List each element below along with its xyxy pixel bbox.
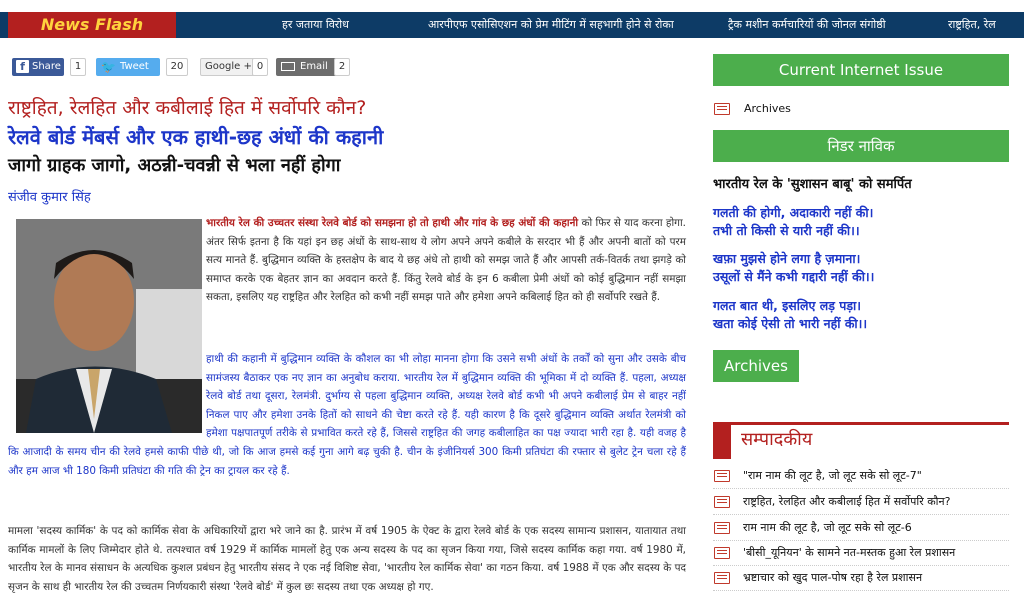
editorial-item[interactable]: राष्ट्रहित, रेलहित और कबीलाई हित में सर्…: [713, 492, 1009, 515]
envelope-icon: [281, 62, 295, 71]
news-flash-label: News Flash: [8, 12, 176, 38]
facebook-share-count: 1: [70, 58, 86, 76]
poem-line: गलत बात थी, इसलिए लड़ पड़ा।: [713, 298, 862, 313]
list-icon: [714, 547, 730, 559]
list-icon: [714, 496, 730, 508]
archives-link[interactable]: Archives: [744, 102, 791, 115]
poem-line: तभी तो किसी से यारी नहीं की।।: [713, 223, 860, 238]
list-icon: [714, 522, 730, 534]
editorial-title: सम्पादकीय: [741, 429, 813, 450]
news-ticker: हर जताया विरोध आरपीएफ एसोसिएशन को प्रेम …: [176, 12, 1024, 38]
editorial-link[interactable]: "राम नाम की लूट है, जो लूट सके सो लूट-7": [743, 468, 922, 483]
news-flash-bar: News Flash हर जताया विरोध आरपीएफ एसोसिएश…: [0, 12, 1024, 38]
current-issue-heading[interactable]: Current Internet Issue: [713, 54, 1009, 86]
list-icon: [714, 572, 730, 584]
facebook-share-label: Share: [32, 61, 61, 72]
article-paragraph: मामला 'सदस्य कार्मिक' के पद को कार्मिक स…: [8, 522, 686, 596]
editorial-item[interactable]: 'बीसी_यूनियन' के सामने नत-मस्तक हुआ रेल …: [713, 543, 1009, 566]
tweet-count: 20: [166, 58, 188, 76]
article-tagline: जागो ग्राहक जागो, अठन्नी-चवन्नी से भला न…: [8, 155, 341, 176]
poem-title: भारतीय रेल के 'सुशासन बाबू' को समर्पित: [713, 177, 912, 192]
article-lead: भारतीय रेल की उच्चतर संस्था रेलवे बोर्ड …: [206, 217, 579, 229]
email-share-button[interactable]: Email: [276, 58, 338, 76]
facebook-icon: f: [16, 60, 29, 73]
news-item[interactable]: हर जताया विरोध: [282, 12, 349, 38]
google-plus-label: Google +: [205, 61, 252, 72]
news-item[interactable]: राष्ट्रहित, रेल: [948, 12, 996, 38]
poem-line: खफ़ा मुझसे होने लगा है ज़माना।: [713, 251, 861, 266]
editorial-item[interactable]: राम नाम की लूट है, जो लूट सके सो लूट-6: [713, 518, 1009, 541]
twitter-icon: 🐦: [101, 60, 116, 74]
list-icon: [714, 470, 730, 482]
nidar-navik-heading: निडर नाविक: [713, 130, 1009, 162]
editorial-item[interactable]: "राम नाम की लूट है, जो लूट सके सो लूट-7": [713, 466, 1009, 489]
google-plus-count: 0: [252, 58, 268, 76]
poem-line: उसूलों से मैंने कभी गद्दारी नहीं की।।: [713, 269, 875, 284]
tweet-label: Tweet: [120, 61, 149, 72]
article-paragraph: भारतीय रेल की उच्चतर संस्था रेलवे बोर्ड …: [206, 214, 686, 307]
email-share-count: 2: [334, 58, 350, 76]
news-item[interactable]: ट्रैक मशीन कर्मचारियों की जोनल संगोष्ठी: [728, 12, 886, 38]
article-subtitle: रेलवे बोर्ड मेंबर्स और एक हाथी-छह अंधों …: [8, 125, 384, 149]
article-title: राष्ट्रहित, रेलहित और कबीलाई हित में सर्…: [8, 97, 367, 119]
poem-line: गलती की होगी, अदाकारी नहीं की।: [713, 205, 874, 220]
editorial-link[interactable]: राम नाम की लूट है, जो लूट सके सो लूट-6: [743, 520, 912, 535]
article-paragraph-text: मामला 'सदस्य कार्मिक' के पद को कार्मिक स…: [8, 525, 686, 593]
editorial-link[interactable]: भ्रष्टाचार को खुद पाल-पोष रहा है रेल प्र…: [743, 570, 922, 585]
news-item[interactable]: आरपीएफ एसोसिएशन को प्रेम मीटिंग में सहभा…: [428, 12, 674, 38]
archives-button[interactable]: Archives: [713, 350, 799, 382]
editorial-link[interactable]: 'बीसी_यूनियन' के सामने नत-मस्तक हुआ रेल …: [743, 545, 955, 560]
article-author: संजीव कुमार सिंह: [8, 190, 91, 205]
tweet-button[interactable]: 🐦 Tweet: [96, 58, 160, 76]
poem-line: खता कोई ऐसी तो भारी नहीं की।।: [713, 316, 868, 331]
editorial-section-header: सम्पादकीय: [713, 422, 1009, 459]
article-lead-rest: को फिर से याद करना होगा. अंतर सिर्फ इतना…: [206, 217, 686, 304]
facebook-share-button[interactable]: f Share: [12, 58, 64, 76]
editorial-link[interactable]: राष्ट्रहित, रेलहित और कबीलाई हित में सर्…: [743, 494, 950, 509]
article-paragraph: हाथी की कहानी में बुद्धिमान व्यक्ति के क…: [8, 350, 686, 480]
list-icon: [714, 103, 730, 115]
email-share-label: Email: [300, 61, 328, 72]
editorial-item[interactable]: भ्रष्टाचार को खुद पाल-पोष रहा है रेल प्र…: [713, 568, 1009, 591]
